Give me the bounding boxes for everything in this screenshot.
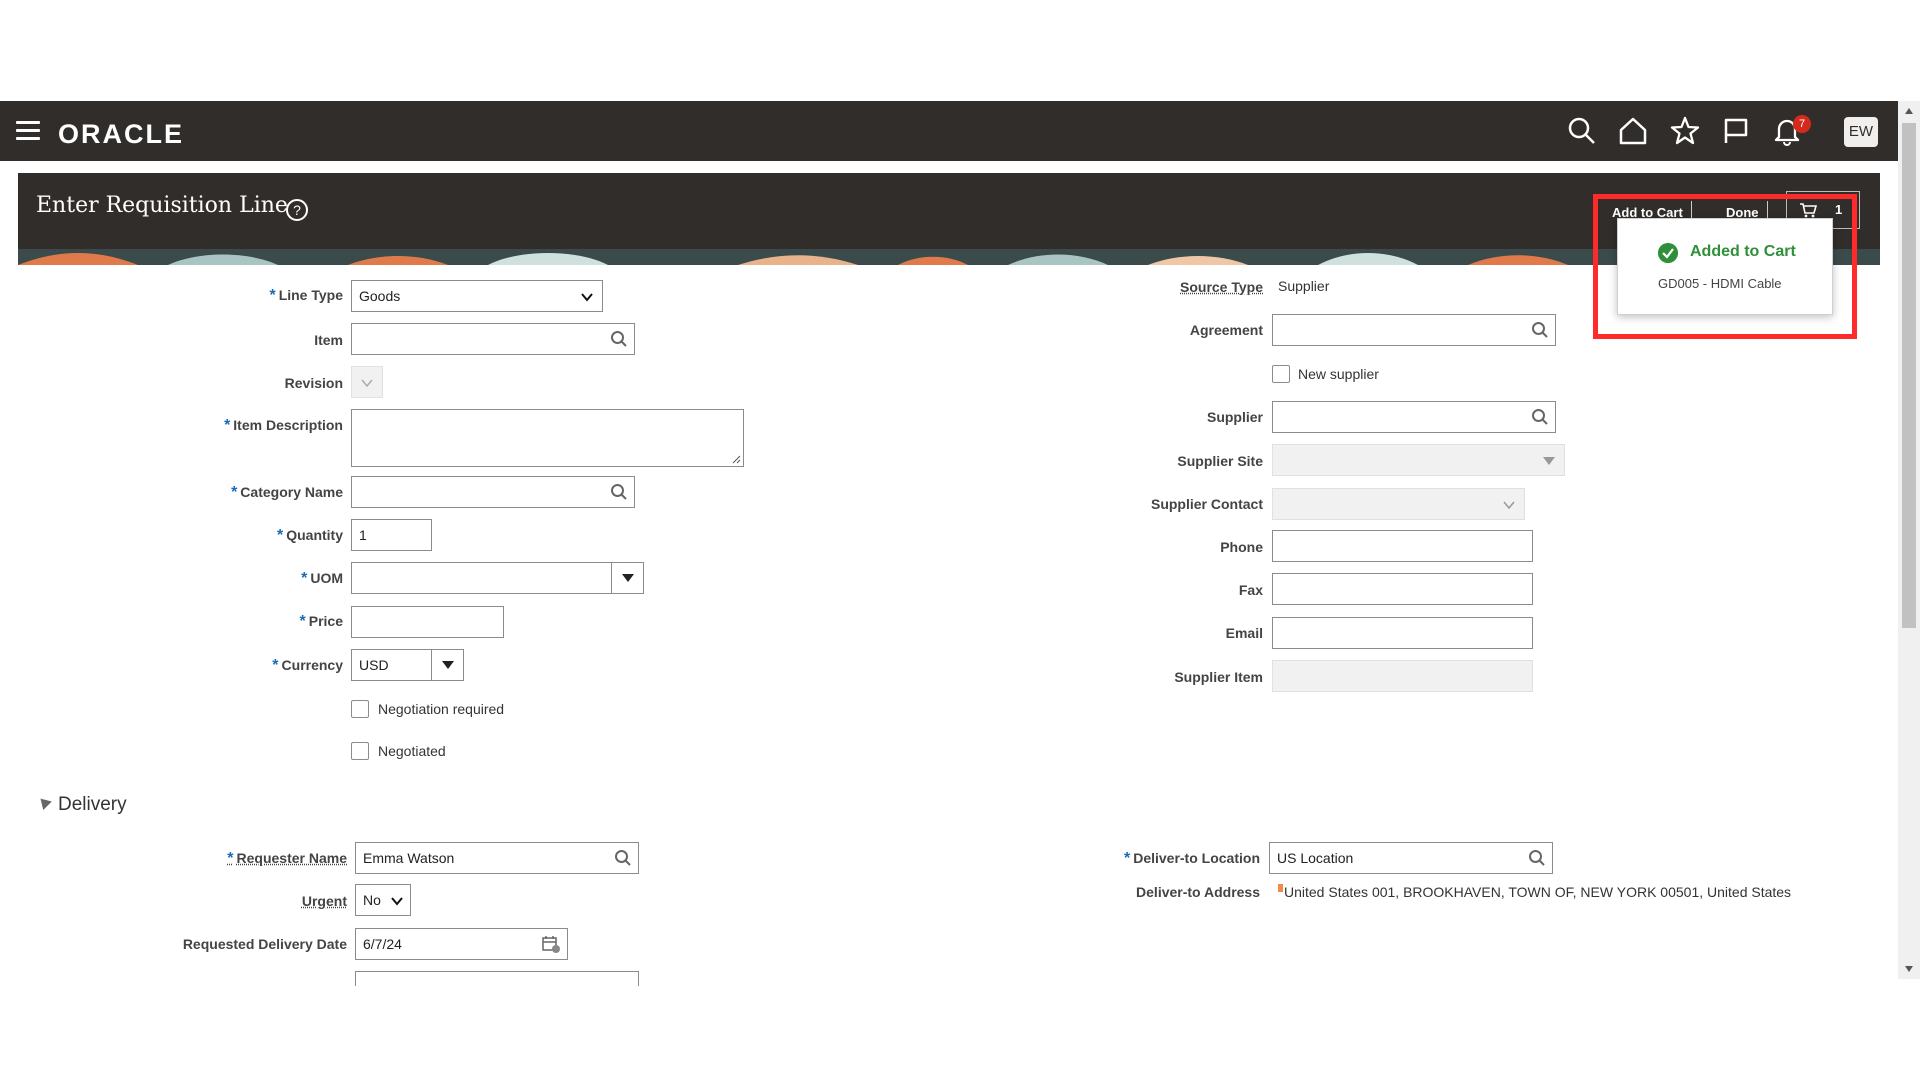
deliver-to-address-label: Deliver-to Address (1136, 884, 1260, 900)
scroll-up-arrow-icon[interactable] (1904, 107, 1914, 115)
price-label: * Price (299, 613, 343, 630)
agreement-input[interactable] (1272, 314, 1556, 346)
item-label: Item (314, 332, 343, 348)
supplier-contact-select[interactable] (1272, 488, 1525, 520)
notification-badge: 7 (1793, 115, 1811, 133)
category-name-label: * Category Name (231, 484, 343, 501)
user-avatar[interactable]: EW (1844, 117, 1878, 147)
calendar-icon[interactable] (541, 934, 561, 954)
next-field-partial[interactable] (355, 971, 639, 986)
phone-input[interactable] (1272, 530, 1533, 562)
collapse-triangle-icon (36, 794, 52, 810)
uom-dropdown-button[interactable] (611, 563, 643, 593)
magnifier-icon[interactable] (610, 483, 628, 501)
currency-dropdown-button[interactable] (431, 650, 463, 680)
caret-down-icon (1543, 457, 1555, 465)
flag-icon[interactable] (1720, 115, 1752, 147)
source-type-label: Source Type (1180, 279, 1263, 295)
supplier-label: Supplier (1206, 409, 1263, 425)
email-input[interactable] (1272, 617, 1533, 649)
supplier-site-select[interactable] (1272, 444, 1565, 476)
magnifier-icon[interactable] (1528, 849, 1546, 867)
item-description-label: * Item Description (224, 417, 343, 434)
chevron-down-icon (1503, 501, 1515, 510)
revision-select[interactable] (351, 366, 383, 398)
highlight-box (1593, 194, 1857, 339)
caret-down-icon (622, 574, 634, 582)
help-icon[interactable]: ? (286, 199, 308, 221)
uom-select[interactable] (351, 562, 644, 594)
modified-indicator-icon (1278, 884, 1283, 892)
chevron-down-icon (361, 379, 373, 388)
negotiated-label: Negotiated (378, 743, 446, 759)
resize-handle-icon[interactable] (731, 454, 741, 464)
star-icon[interactable] (1669, 115, 1701, 147)
scroll-down-arrow-icon[interactable] (1904, 965, 1914, 973)
deliver-to-address-value: United States 001, BROOKHAVEN, TOWN OF, … (1278, 884, 1791, 900)
deliver-to-location-label: * Deliver-to Location (1123, 850, 1260, 867)
revision-label: Revision (284, 375, 343, 391)
line-type-label: * Line Type (269, 287, 343, 304)
magnifier-icon[interactable] (610, 330, 628, 348)
fax-label: Fax (1238, 582, 1263, 598)
supplier-input[interactable] (1272, 401, 1556, 433)
scrollbar-thumb[interactable] (1902, 123, 1916, 628)
deliver-to-location-input[interactable]: US Location (1269, 842, 1553, 874)
home-icon[interactable] (1617, 115, 1649, 147)
page-title: Enter Requisition Line (36, 193, 288, 218)
email-label: Email (1225, 625, 1263, 641)
magnifier-icon[interactable] (1531, 321, 1549, 339)
requester-name-label: * Requester Name (227, 850, 347, 867)
item-input[interactable] (351, 323, 635, 355)
vertical-scrollbar[interactable] (1898, 101, 1920, 979)
urgent-select[interactable]: No (355, 884, 411, 916)
hamburger-icon[interactable] (16, 121, 40, 141)
requested-delivery-date-label: Requested Delivery Date (182, 936, 347, 952)
supplier-contact-label: Supplier Contact (1150, 496, 1263, 512)
chevron-down-icon (391, 897, 403, 906)
price-input[interactable] (351, 606, 504, 638)
new-supplier-checkbox[interactable] (1272, 365, 1290, 383)
new-supplier-label: New supplier (1298, 366, 1379, 382)
line-type-select[interactable]: Goods (351, 280, 603, 312)
negotiation-required-checkbox[interactable] (351, 700, 369, 718)
fax-input[interactable] (1272, 573, 1533, 605)
global-header: ORACLE 7 EW (0, 101, 1898, 161)
chevron-down-icon (581, 293, 593, 302)
supplier-item-label: Supplier Item (1174, 669, 1263, 685)
search-icon[interactable] (1566, 115, 1598, 147)
agreement-label: Agreement (1189, 322, 1263, 338)
requested-delivery-date-input[interactable]: 6/7/24 (355, 928, 568, 960)
quantity-input[interactable]: 1 (351, 519, 432, 551)
currency-select[interactable]: USD (351, 649, 464, 681)
item-description-textarea[interactable] (351, 409, 744, 467)
urgent-label: Urgent (301, 893, 347, 909)
phone-label: Phone (1220, 539, 1263, 555)
negotiation-required-label: Negotiation required (378, 701, 505, 717)
magnifier-icon[interactable] (614, 849, 632, 867)
oracle-logo[interactable]: ORACLE (58, 119, 184, 150)
magnifier-icon[interactable] (1531, 408, 1549, 426)
uom-label: * UOM (301, 570, 343, 587)
supplier-site-label: Supplier Site (1177, 453, 1263, 469)
requester-name-input[interactable]: Emma Watson (355, 842, 639, 874)
delivery-section-header[interactable]: Delivery (36, 794, 127, 816)
negotiated-checkbox[interactable] (351, 742, 369, 760)
source-type-value: Supplier (1278, 278, 1330, 294)
category-name-input[interactable] (351, 476, 635, 508)
supplier-item-input (1272, 660, 1533, 692)
caret-down-icon (442, 661, 454, 669)
currency-label: * Currency (272, 657, 343, 674)
quantity-label: * Quantity (276, 527, 343, 544)
